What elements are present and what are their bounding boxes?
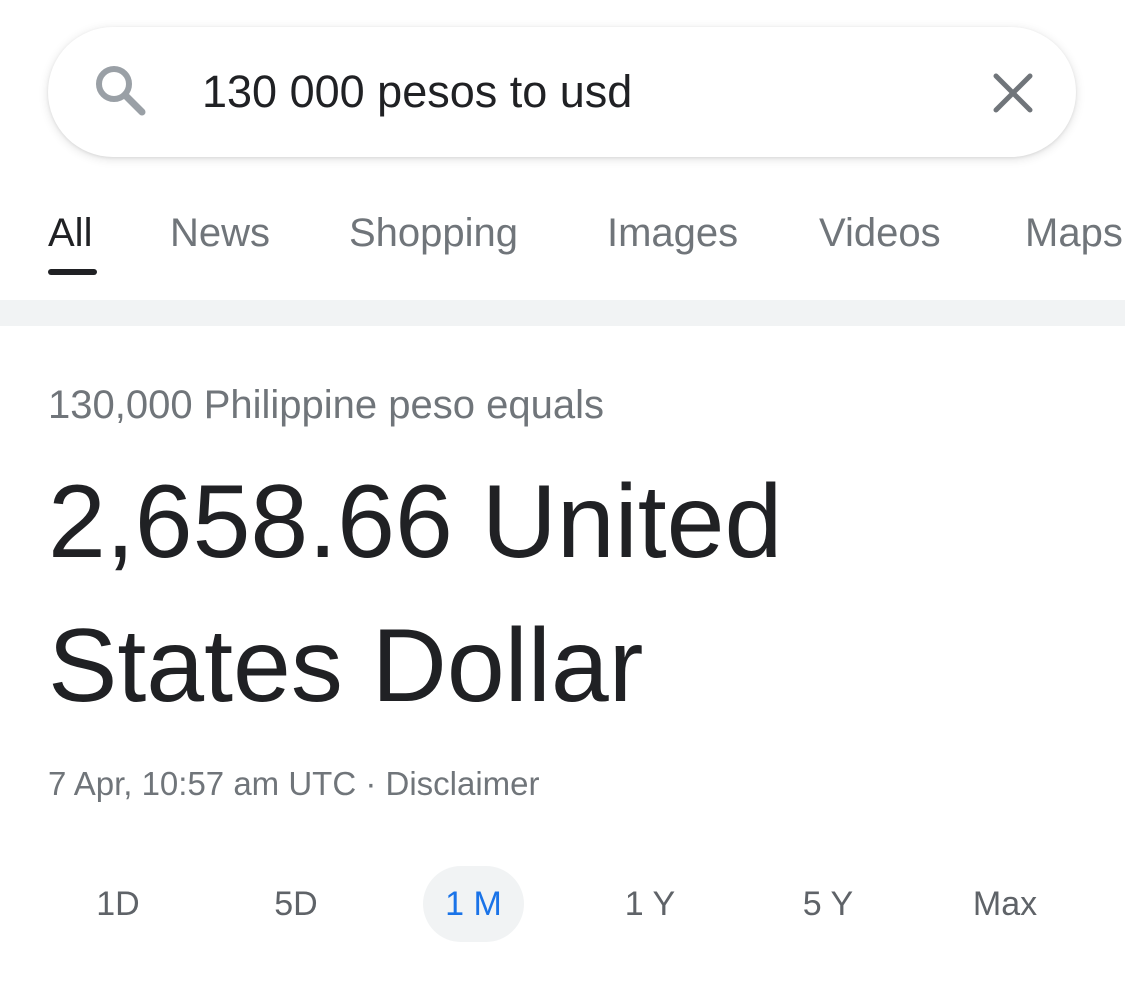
result-currency: States Dollar bbox=[48, 608, 644, 724]
timestamp: 7 Apr, 10:57 am UTC bbox=[48, 765, 357, 802]
search-icon[interactable] bbox=[90, 60, 150, 120]
separator: · bbox=[356, 765, 386, 802]
close-icon[interactable] bbox=[988, 68, 1038, 118]
tab-news[interactable]: News bbox=[170, 210, 270, 256]
range-1d[interactable]: 1D bbox=[68, 866, 168, 942]
timestamp-line: 7 Apr, 10:57 am UTC · Disclaimer bbox=[48, 763, 540, 805]
active-tab-indicator bbox=[48, 269, 97, 275]
tab-maps[interactable]: Maps bbox=[1025, 210, 1123, 256]
tab-shopping[interactable]: Shopping bbox=[349, 210, 518, 256]
range-1m[interactable]: 1 M bbox=[423, 866, 524, 942]
tab-all[interactable]: All bbox=[48, 210, 92, 256]
tab-images[interactable]: Images bbox=[607, 210, 738, 256]
result-value: 2,658.66 United bbox=[48, 464, 783, 580]
section-divider bbox=[0, 300, 1125, 326]
conversion-result: 2,658.66 United States Dollar bbox=[48, 450, 948, 738]
range-5d[interactable]: 5D bbox=[246, 866, 346, 942]
disclaimer-link[interactable]: Disclaimer bbox=[385, 765, 539, 802]
range-1y[interactable]: 1 Y bbox=[600, 866, 700, 942]
tab-videos[interactable]: Videos bbox=[819, 210, 941, 256]
time-range-selector: 1D 5D 1 M 1 Y 5 Y Max bbox=[0, 866, 1125, 942]
search-input[interactable] bbox=[202, 62, 962, 122]
search-tabs: All News Shopping Images Videos Maps bbox=[0, 195, 1125, 300]
range-max[interactable]: Max bbox=[950, 866, 1060, 942]
conversion-source-text: 130,000 Philippine peso equals bbox=[48, 383, 604, 427]
range-5y[interactable]: 5 Y bbox=[778, 866, 878, 942]
